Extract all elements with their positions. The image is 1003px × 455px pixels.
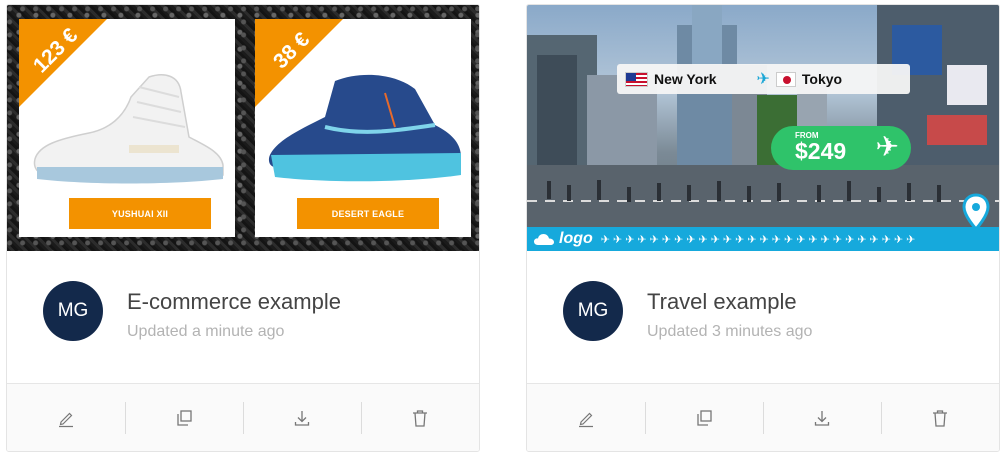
design-card-ecommerce[interactable]: 123 € YUSHUAI XII 38 € DESERT EAGLE MG E…: [6, 4, 480, 452]
card-title[interactable]: Travel example: [647, 289, 797, 315]
delete-icon: [413, 409, 427, 427]
price-badge: FROM $249 ✈: [771, 126, 911, 170]
product-tile-2: 38 € DESERT EAGLE: [255, 19, 471, 237]
edit-icon: [579, 412, 593, 427]
card-updated-time: Updated 3 minutes ago: [647, 323, 813, 340]
logo-bar: logo ✈✈✈✈✈✈✈✈✈✈✈✈✈✈✈✈✈✈✈✈✈✈✈✈✈✈: [527, 227, 999, 251]
delete-button[interactable]: [361, 384, 479, 451]
avatar: MG: [563, 281, 623, 341]
edit-button[interactable]: [527, 384, 645, 451]
duplicate-icon: [697, 409, 712, 426]
edit-icon: [59, 412, 73, 427]
japan-flag-icon: [775, 71, 796, 87]
plane-icon: ✈: [756, 71, 770, 88]
product-name-button: DESERT EAGLE: [297, 198, 439, 229]
download-icon: [294, 410, 310, 426]
product-tile-1: 123 € YUSHUAI XII: [19, 19, 235, 237]
delete-icon: [933, 409, 947, 427]
card-toolbar: [7, 383, 479, 451]
blue-sneaker-image: [268, 74, 461, 182]
route-from: New York: [654, 71, 717, 87]
download-button[interactable]: [763, 384, 881, 451]
card-updated-time: Updated a minute ago: [127, 323, 285, 340]
price-amount: $249: [795, 138, 847, 164]
design-card-travel[interactable]: New York ✈ Tokyo FROM $249 ✈ logo ✈✈✈✈✈✈…: [526, 4, 1000, 452]
duplicate-icon: [177, 409, 192, 426]
route-banner: New York ✈ Tokyo: [617, 64, 910, 94]
plane-icon: ✈: [875, 131, 899, 162]
card-toolbar: [527, 383, 999, 451]
avatar: MG: [43, 281, 103, 341]
download-icon: [814, 410, 830, 426]
duplicate-button[interactable]: [645, 384, 763, 451]
cloud-icon: [534, 234, 554, 245]
product-name-button: YUSHUAI XII: [69, 198, 211, 229]
location-pin-icon: [962, 193, 990, 231]
card-meta: MG Travel example Updated 3 minutes ago: [527, 251, 999, 385]
us-flag-icon: [625, 71, 648, 87]
city-skyline-image: [527, 5, 999, 227]
card-title[interactable]: E-commerce example: [127, 289, 341, 315]
white-sneaker-image: [33, 74, 224, 184]
plane-pattern: ✈✈✈✈✈✈✈✈✈✈✈✈✈✈✈✈✈✈✈✈✈✈✈✈✈✈: [600, 233, 919, 246]
duplicate-button[interactable]: [125, 384, 243, 451]
card-meta: MG E-commerce example Updated a minute a…: [7, 251, 479, 385]
download-button[interactable]: [243, 384, 361, 451]
edit-button[interactable]: [7, 384, 125, 451]
ecommerce-thumbnail[interactable]: 123 € YUSHUAI XII 38 € DESERT EAGLE: [7, 5, 479, 251]
logo-text: logo: [559, 230, 593, 247]
delete-button[interactable]: [881, 384, 999, 451]
travel-thumbnail[interactable]: New York ✈ Tokyo FROM $249 ✈ logo ✈✈✈✈✈✈…: [527, 5, 999, 251]
route-to: Tokyo: [801, 71, 843, 87]
